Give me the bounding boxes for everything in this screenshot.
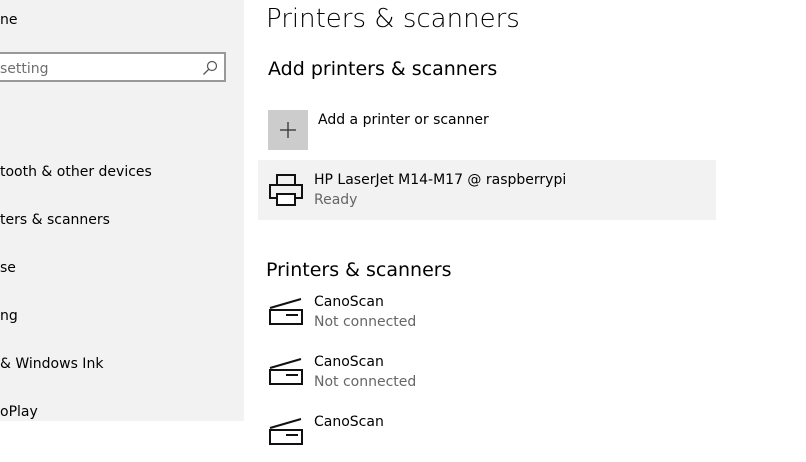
scanner-icon (269, 298, 303, 325)
scanner-icon (269, 358, 303, 385)
settings-search-input[interactable] (0, 58, 198, 80)
sidebar-item-mouse[interactable]: se (0, 260, 16, 276)
device-item[interactable]: CanoScan (258, 402, 716, 462)
settings-search-box[interactable] (0, 52, 226, 82)
device-status: Not connected (314, 374, 417, 390)
device-name: HP LaserJet M14-M17 @ raspberrypi (314, 172, 567, 188)
list-section-title: Printers & scanners (266, 259, 452, 281)
sidebar-item-pen[interactable]: & Windows Ink (0, 356, 103, 372)
device-name: CanoScan (314, 354, 384, 370)
sidebar-item-typing[interactable]: ng (0, 308, 18, 324)
sidebar-item-printers[interactable]: ters & scanners (0, 212, 110, 228)
printer-icon (269, 174, 303, 206)
scanner-icon (269, 418, 303, 445)
device-name: CanoScan (314, 414, 384, 430)
device-status: Not connected (314, 314, 417, 330)
page-title: Printers & scanners (266, 4, 520, 34)
device-item-selected[interactable]: HP LaserJet M14-M17 @ raspberrypi Ready (258, 160, 716, 220)
device-name: CanoScan (314, 294, 384, 310)
main-content: Printers & scanners Add printers & scann… (244, 0, 806, 445)
sidebar-item-autoplay[interactable]: oPlay (0, 404, 38, 420)
sidebar: ne tooth & other devices ters & scanners… (0, 0, 244, 421)
plus-icon (280, 122, 296, 138)
sidebar-home-link[interactable]: ne (0, 12, 18, 28)
device-status: Ready (314, 192, 358, 208)
add-section-title: Add printers & scanners (268, 58, 498, 80)
add-printer-label[interactable]: Add a printer or scanner (318, 112, 489, 128)
device-item[interactable]: CanoScan Not connected (258, 342, 716, 402)
sidebar-item-bluetooth[interactable]: tooth & other devices (0, 164, 152, 180)
device-item[interactable]: CanoScan Not connected (258, 282, 716, 342)
search-icon[interactable] (202, 60, 218, 76)
add-printer-button[interactable] (268, 110, 308, 150)
